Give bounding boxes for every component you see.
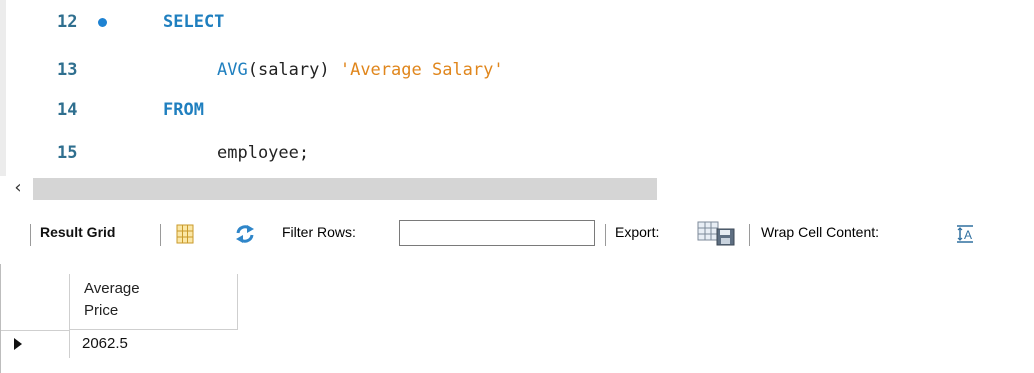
code-line[interactable]: 14 FROM xyxy=(0,95,1034,125)
scrollbar-thumb[interactable] xyxy=(33,178,657,200)
code-token-keyword: SELECT xyxy=(163,12,225,32)
code-expression: AVG(salary) 'Average Salary' xyxy=(217,55,504,85)
code-line[interactable]: 12 SELECT xyxy=(0,7,1034,37)
sql-editor[interactable]: 12 SELECT 13 AVG(salary) 'Average Salary… xyxy=(0,0,1034,176)
toolbar-separator xyxy=(30,224,31,246)
current-row-arrow-icon xyxy=(14,338,22,350)
filter-rows-input[interactable] xyxy=(399,220,595,246)
result-toolbar: Result Grid Filter Rows: Export: Wrap Ce… xyxy=(0,212,1034,252)
svg-text:A: A xyxy=(964,228,972,242)
code-token-plain: employee; xyxy=(217,143,310,163)
export-label: Export: xyxy=(615,224,660,240)
line-number: 12 xyxy=(57,12,78,32)
line-number: 14 xyxy=(57,100,78,120)
toolbar-separator xyxy=(605,224,606,246)
grid-corner-header[interactable] xyxy=(1,274,70,331)
code-token-string: 'Average Salary' xyxy=(339,60,504,80)
refresh-icon[interactable] xyxy=(234,224,256,244)
row-selector[interactable] xyxy=(1,330,70,358)
table-cell[interactable]: 2062.5 xyxy=(70,330,238,358)
export-icon[interactable] xyxy=(697,221,737,247)
toolbar-separator xyxy=(749,224,750,246)
horizontal-scrollbar[interactable]: ‹ xyxy=(6,176,1034,202)
code-token-plain: (salary) xyxy=(247,60,340,80)
code-line[interactable]: 13 AVG(salary) 'Average Salary' xyxy=(0,55,1034,85)
line-number: 13 xyxy=(57,60,78,80)
column-header-average-price[interactable]: Average Price xyxy=(70,274,238,330)
wrap-cell-icon[interactable]: A xyxy=(955,224,975,244)
execution-marker-icon xyxy=(98,18,107,27)
filter-rows-label: Filter Rows: xyxy=(282,224,356,240)
toolbar-separator xyxy=(160,224,161,246)
code-token-keyword: FROM xyxy=(163,100,204,120)
chevron-left-icon[interactable]: ‹ xyxy=(8,177,28,201)
code-line[interactable]: 15 employee; xyxy=(0,138,1034,168)
line-number: 15 xyxy=(57,143,78,163)
grid-layout-icon[interactable] xyxy=(176,224,194,244)
wrap-cell-content-label: Wrap Cell Content: xyxy=(761,224,880,240)
result-grid: Average Price 2062.5 xyxy=(0,264,1034,373)
result-grid-tab[interactable]: Result Grid xyxy=(40,222,115,242)
code-token-function: AVG xyxy=(217,60,248,80)
